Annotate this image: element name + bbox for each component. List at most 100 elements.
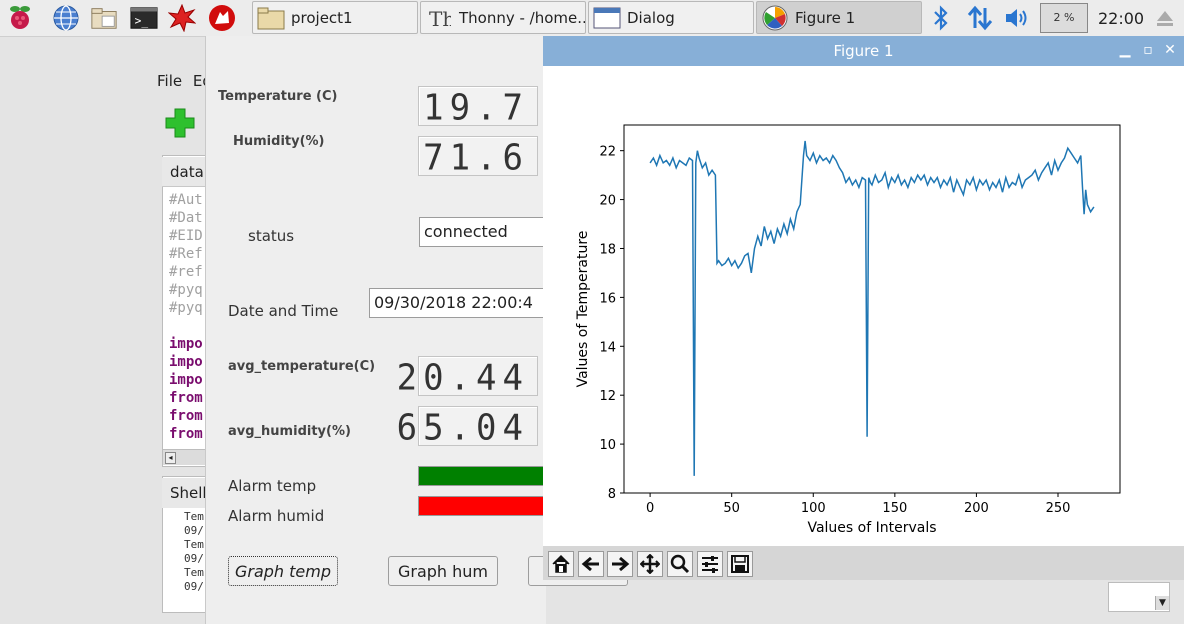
code-line: #ref [169, 264, 203, 280]
cpu-monitor: 2 % [1040, 3, 1088, 33]
task-figure[interactable]: Figure 1 [756, 1, 922, 34]
humidity-value: 71.6 [423, 137, 529, 179]
code-line: #pyq [169, 282, 203, 298]
taskbar: >_ project1 Th Thonny - /home... Dialog … [0, 0, 1184, 37]
y-tick-label: 16 [599, 291, 616, 306]
code-line: #Ref [169, 246, 203, 262]
back-icon[interactable] [578, 551, 604, 577]
x-tick-label: 50 [723, 501, 740, 516]
figure-title: Figure 1 [833, 42, 894, 60]
zoom-icon[interactable] [667, 551, 693, 577]
save-icon[interactable] [727, 551, 753, 577]
datetime-field[interactable]: 09/30/2018 22:00:4 [369, 288, 549, 318]
dialog-window: Temperature (C) 19.7 Humidity(%) 71.6 st… [205, 36, 628, 624]
editor-horizontal-scrollbar[interactable]: ◂ [163, 449, 208, 465]
file-manager-icon[interactable] [90, 4, 118, 32]
task-label: project1 [291, 8, 353, 27]
code-line: #EID [169, 228, 203, 244]
mathematica-icon[interactable] [168, 4, 196, 32]
thonny-icon: Th [425, 5, 453, 31]
raspberry-menu-icon[interactable] [6, 4, 34, 32]
svg-text:>_: >_ [135, 15, 149, 28]
y-tick-label: 10 [599, 438, 616, 453]
y-tick-label: 22 [599, 145, 616, 160]
avg-temperature-lcd: 20.44 [397, 356, 538, 399]
code-line: #Dat [169, 210, 203, 226]
task-label: Dialog [627, 8, 675, 27]
alarm-temp-label: Alarm temp [228, 477, 317, 495]
volume-icon[interactable] [1004, 6, 1032, 30]
figure-toolbar [543, 546, 1184, 580]
web-browser-icon[interactable] [52, 4, 80, 32]
editor-tab[interactable]: data. [162, 157, 209, 187]
code-line: impo [169, 354, 203, 370]
y-axis: 8 10 12 14 16 18 20 22 [599, 145, 624, 502]
x-axis: 0 50 100 150 200 250 [646, 493, 1070, 516]
figure-window: Figure 1 ▁ ▫ ✕ 0 50 100 150 200 250 8 10 12 14 16… [543, 36, 1184, 580]
maximize-icon[interactable]: ▫ [1140, 42, 1156, 58]
alarm-temp-indicator [418, 466, 548, 486]
task-label: Thonny - /home... [459, 8, 586, 27]
avg-humidity-lcd: 65.04 [397, 406, 538, 449]
shell-tab[interactable]: Shell [162, 478, 208, 508]
x-axis-label: Values of Intervals [807, 520, 936, 536]
y-tick-label: 14 [599, 340, 616, 355]
graph-temp-button[interactable]: Graph temp [228, 556, 338, 586]
menu-file[interactable]: File [157, 72, 182, 90]
alarm-humid-indicator [418, 496, 548, 516]
clock: 22:00 [1098, 9, 1145, 28]
y-tick-label: 8 [608, 487, 616, 502]
datetime-label: Date and Time [228, 302, 339, 320]
alarm-humid-label: Alarm humid [228, 507, 325, 525]
status-field[interactable]: connected [419, 217, 549, 247]
minimize-icon[interactable]: ▁ [1117, 42, 1133, 58]
home-icon[interactable] [548, 551, 574, 577]
svg-text:Th: Th [429, 7, 451, 30]
x-tick-label: 0 [646, 501, 654, 516]
folder-icon [257, 5, 285, 31]
network-icon[interactable] [966, 5, 994, 31]
avg-temperature-value: 20.44 [396, 357, 529, 399]
y-axis-label: Values of Temperature [575, 231, 591, 388]
x-tick-label: 100 [801, 501, 826, 516]
new-file-icon[interactable] [165, 108, 195, 138]
thonny-menubar: File Ed [157, 72, 212, 90]
wolfram-icon[interactable] [208, 4, 236, 32]
temperature-chart[interactable]: 0 50 100 150 200 250 8 10 12 14 16 18 20 22 Values o… [543, 66, 1184, 546]
terminal-icon[interactable]: >_ [130, 4, 158, 32]
bluetooth-icon[interactable] [930, 5, 952, 31]
task-dialog[interactable]: Dialog [588, 1, 754, 34]
task-label: Figure 1 [795, 8, 856, 27]
temperature-label: Temperature (C) [218, 89, 338, 104]
code-line: impo [169, 336, 203, 352]
chevron-down-icon[interactable]: ▼ [1155, 596, 1169, 610]
code-line: from [169, 426, 203, 442]
code-line: from [169, 390, 203, 406]
y-tick-label: 18 [599, 242, 616, 257]
scroll-left-icon[interactable]: ◂ [165, 452, 176, 464]
close-icon[interactable]: ✕ [1162, 42, 1178, 58]
code-line: from [169, 408, 203, 424]
x-tick-label: 150 [882, 501, 907, 516]
figure-titlebar[interactable]: Figure 1 ▁ ▫ ✕ [543, 36, 1184, 66]
temperature-lcd: 19.7 [418, 86, 538, 129]
x-tick-label: 200 [964, 501, 989, 516]
window-icon [593, 5, 621, 31]
y-tick-label: 20 [599, 194, 616, 209]
plot-area [623, 124, 1121, 494]
code-line: #Aut [169, 192, 203, 208]
avg-temperature-label: avg_temperature(C) [228, 359, 376, 374]
avg-humidity-value: 65.04 [396, 407, 529, 449]
task-thonny[interactable]: Th Thonny - /home... [420, 1, 586, 34]
graph-hum-button[interactable]: Graph hum [388, 556, 498, 586]
avg-humidity-label: avg_humidity(%) [228, 424, 351, 439]
configure-subplots-icon[interactable] [697, 551, 723, 577]
humidity-lcd: 71.6 [418, 136, 538, 179]
pan-icon[interactable] [637, 551, 663, 577]
eject-icon[interactable] [1155, 8, 1175, 28]
code-line: #pyq [169, 300, 203, 316]
task-project1[interactable]: project1 [252, 1, 418, 34]
forward-icon[interactable] [607, 551, 633, 577]
humidity-label: Humidity(%) [233, 134, 325, 149]
